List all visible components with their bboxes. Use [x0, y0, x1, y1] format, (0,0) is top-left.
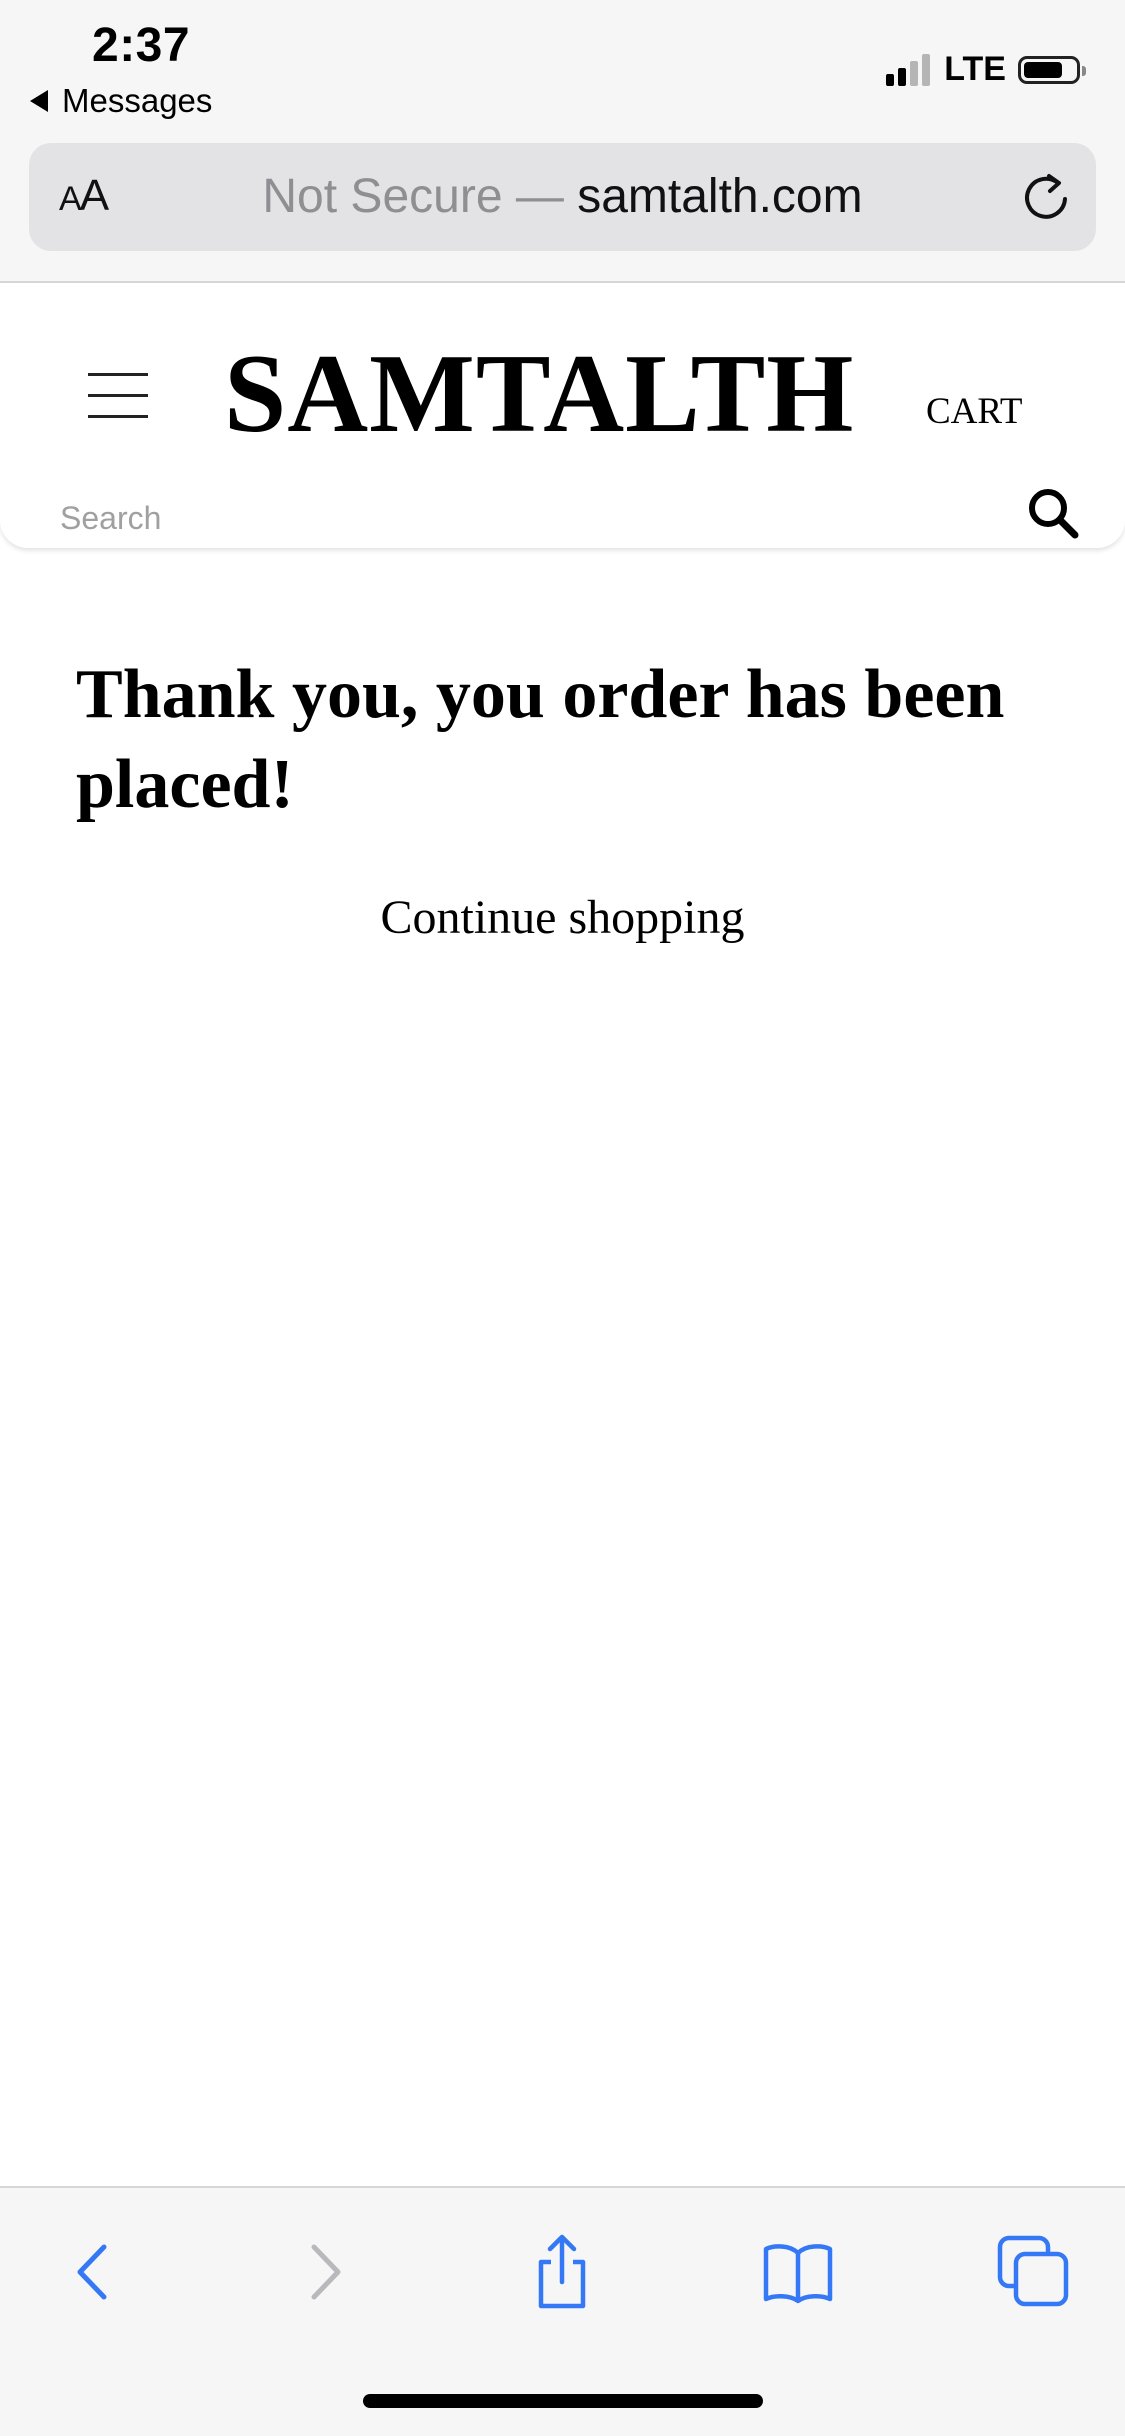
battery-icon: [1018, 55, 1086, 84]
brand-logo[interactable]: SAMTALTH: [224, 338, 854, 450]
back-button[interactable]: [52, 2232, 132, 2312]
tabs-icon: [997, 2235, 1069, 2307]
url-domain: samtalth.com: [577, 170, 863, 223]
status-time: 2:37: [92, 19, 191, 72]
signal-icon: [886, 53, 934, 86]
browser-top-chrome: 2:37 Messages LTE AA Not Secure — samtal…: [0, 0, 1125, 283]
site-header: SAMTALTH CART: [0, 283, 1125, 548]
browser-bottom-toolbar: [0, 2186, 1125, 2436]
tabs-button[interactable]: [994, 2232, 1074, 2312]
url-display[interactable]: Not Secure — samtalth.com: [29, 169, 1096, 224]
cart-link[interactable]: CART: [926, 390, 1022, 433]
address-bar[interactable]: AA Not Secure — samtalth.com: [29, 143, 1096, 251]
back-triangle-icon: [30, 90, 48, 112]
bookmarks-button[interactable]: [758, 2232, 838, 2312]
share-icon: [538, 2234, 586, 2309]
home-indicator[interactable]: [363, 2394, 763, 2408]
back-app-label: Messages: [62, 82, 213, 119]
menu-icon[interactable]: [88, 373, 148, 423]
share-button[interactable]: [522, 2232, 602, 2312]
reload-icon[interactable]: [1018, 169, 1074, 225]
chevron-right-icon: [311, 2244, 341, 2300]
status-indicators: LTE: [886, 50, 1086, 89]
book-icon: [763, 2244, 833, 2304]
battery-level: [1024, 61, 1062, 78]
search-icon[interactable]: [1025, 485, 1081, 541]
network-type: LTE: [944, 50, 1006, 88]
search-input[interactable]: [60, 493, 960, 543]
chevron-left-icon: [77, 2244, 107, 2300]
order-confirmation-heading: Thank you, you order has been placed!: [76, 656, 1005, 823]
continue-shopping-link[interactable]: Continue shopping: [0, 890, 1125, 945]
security-label: Not Secure —: [262, 170, 564, 223]
back-to-messages[interactable]: Messages: [30, 82, 212, 120]
forward-button[interactable]: [286, 2232, 366, 2312]
